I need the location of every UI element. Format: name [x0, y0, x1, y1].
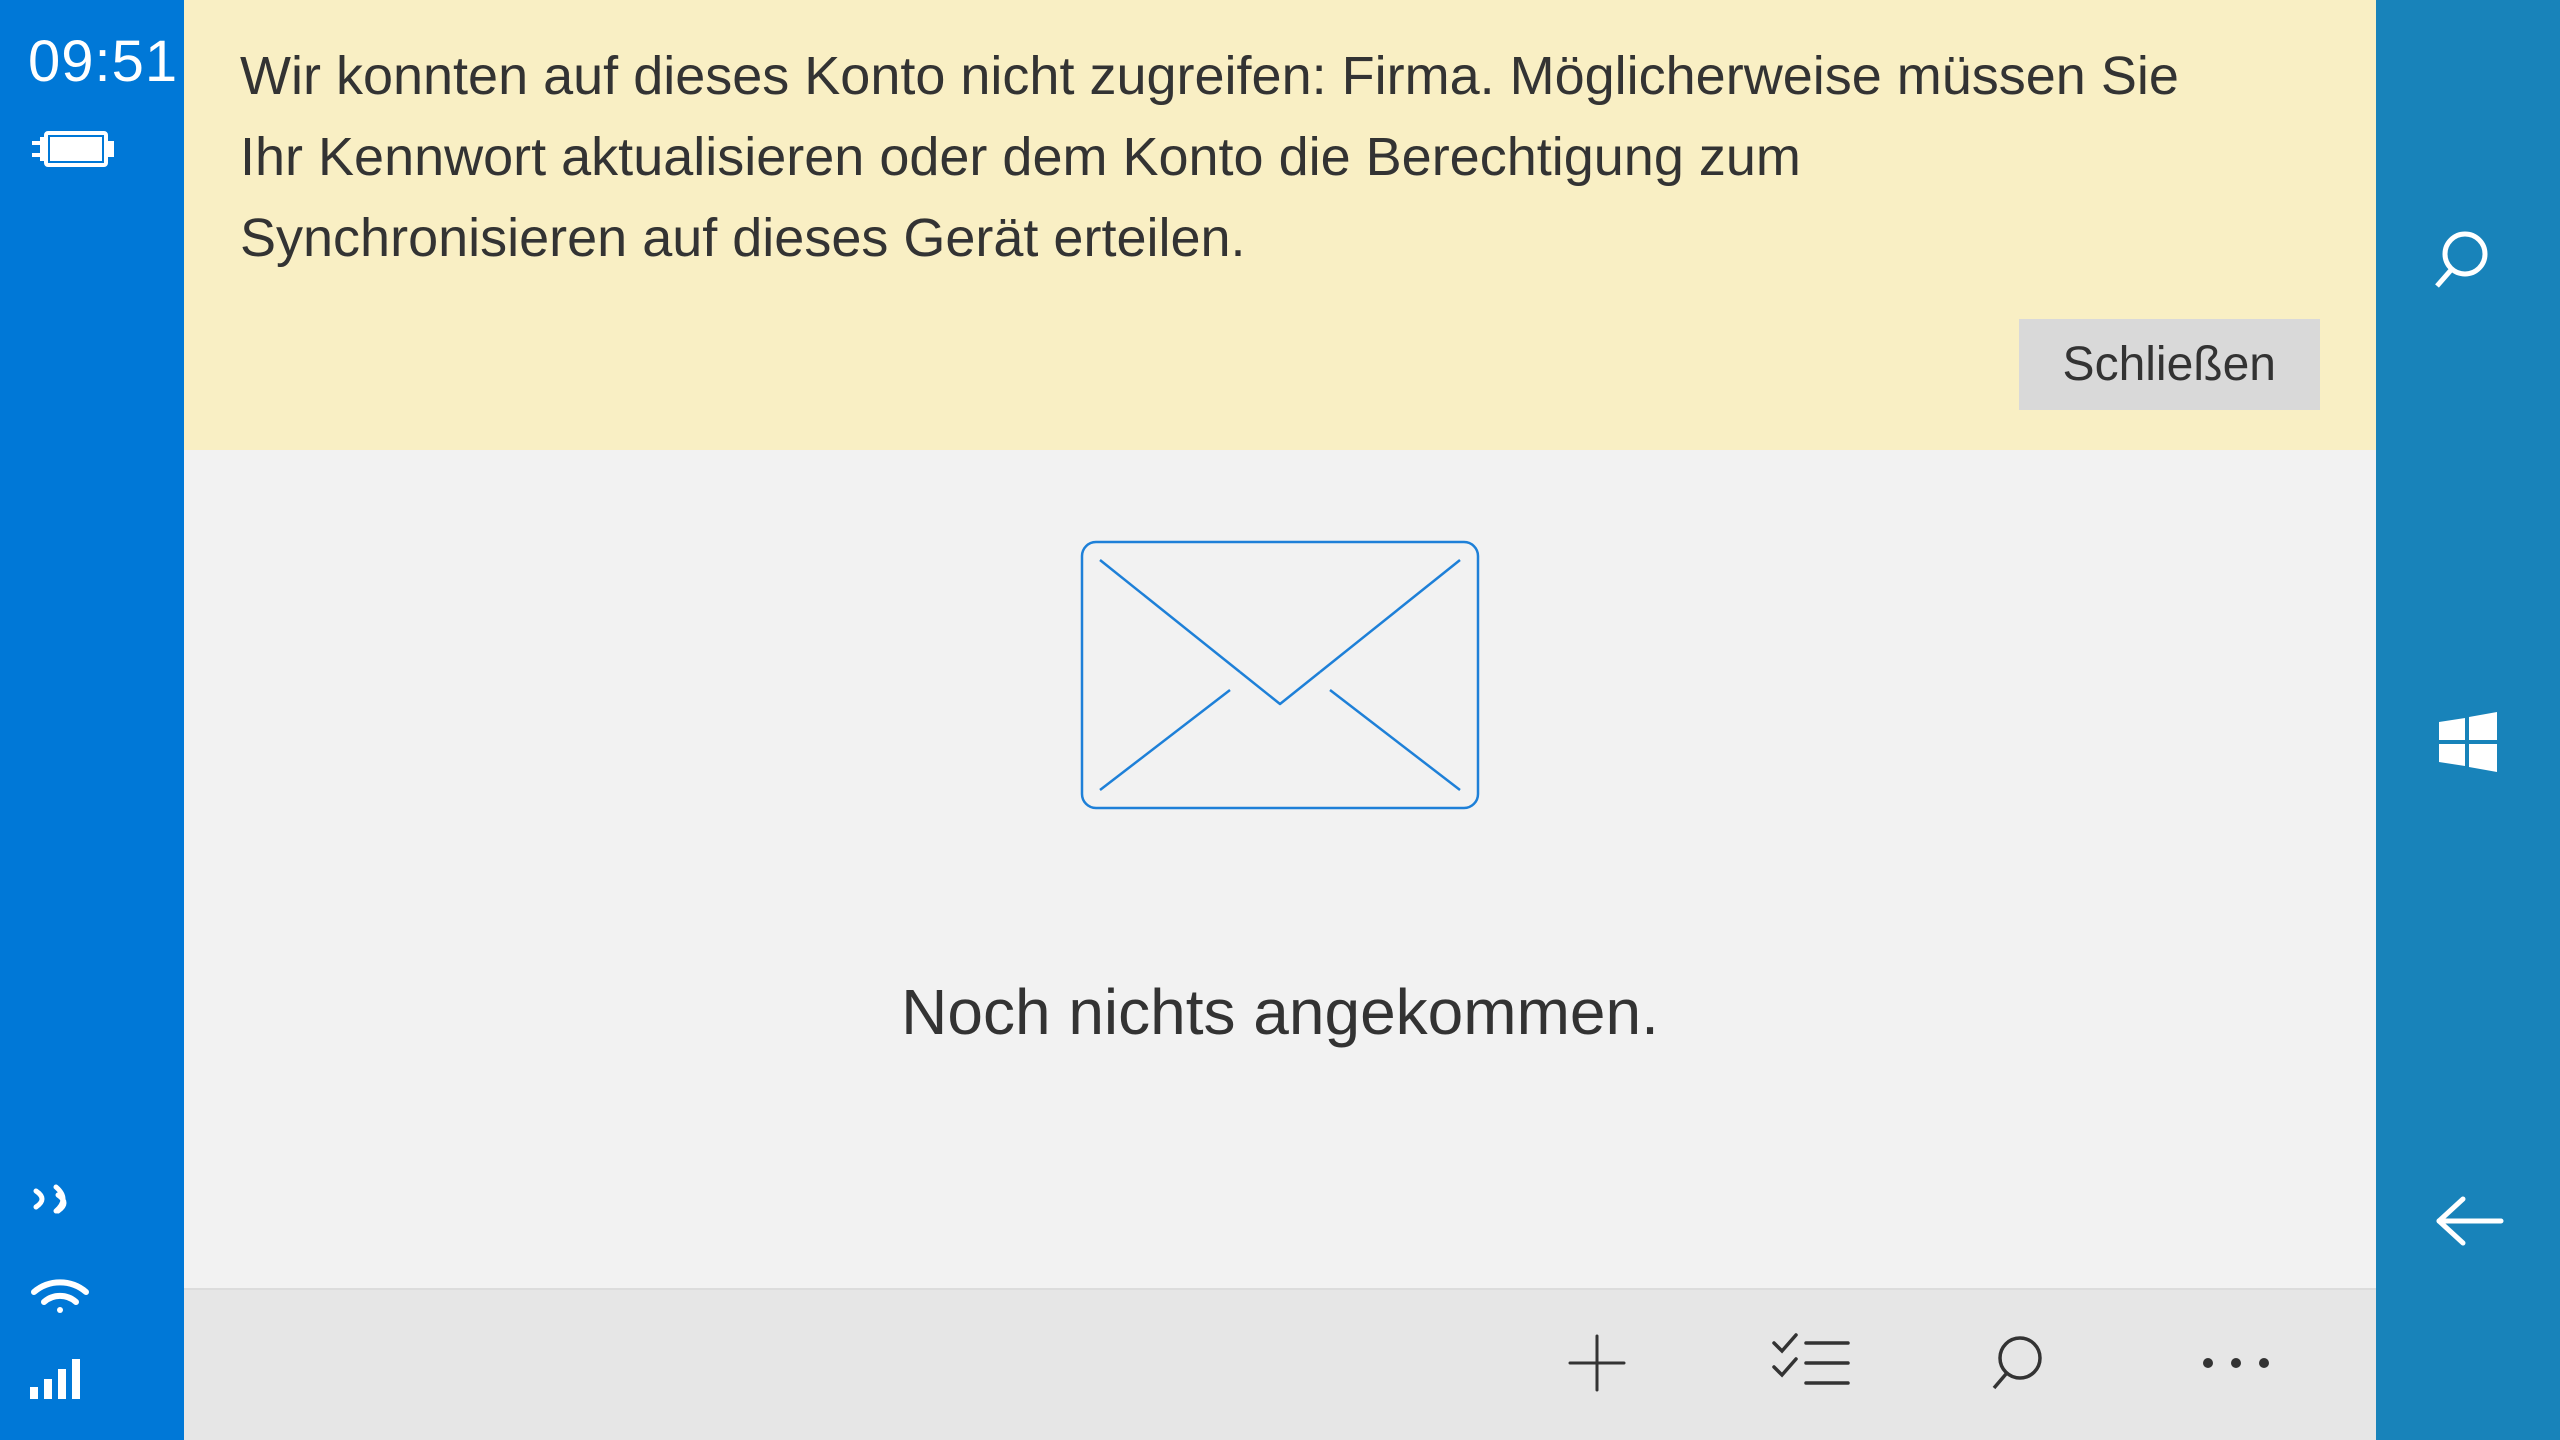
compose-button[interactable] [1562, 1328, 1632, 1403]
app-viewport: 09:51 [0, 0, 2560, 1440]
vibrate-icon [28, 1181, 86, 1230]
banner-message: Wir konnten auf dieses Konto nicht zugre… [240, 36, 2200, 279]
battery-charging-icon [28, 125, 164, 180]
search-icon [1990, 1330, 2056, 1401]
wifi-icon [28, 1262, 92, 1319]
nav-search-button[interactable] [2376, 200, 2560, 323]
windows-start-icon [2435, 710, 2501, 781]
nav-start-button[interactable] [2376, 686, 2560, 805]
banner-close-button[interactable]: Schließen [2019, 319, 2320, 410]
checklist-icon [1772, 1333, 1850, 1398]
envelope-icon [1080, 540, 1480, 815]
app-content: Wir konnten auf dieses Konto nicht zugre… [184, 0, 2376, 1440]
back-arrow-icon [2429, 1191, 2507, 1256]
inbox-empty-state: Noch nichts angekommen. [184, 450, 2376, 1290]
plus-icon [1562, 1328, 1632, 1403]
command-bar [184, 1290, 2376, 1440]
appbar-divider [184, 1288, 2376, 1290]
cellular-signal-icon [28, 1351, 92, 1406]
more-button[interactable] [2196, 1351, 2276, 1380]
empty-state-label: Noch nichts angekommen. [901, 975, 1659, 1049]
select-button[interactable] [1772, 1333, 1850, 1398]
system-nav-bar [2376, 0, 2560, 1440]
nav-back-button[interactable] [2376, 1167, 2560, 1280]
search-button[interactable] [1990, 1330, 2056, 1401]
account-error-banner: Wir konnten auf dieses Konto nicht zugre… [184, 0, 2376, 450]
search-icon [2433, 224, 2503, 299]
status-bar: 09:51 [0, 0, 184, 1440]
ellipsis-icon [2196, 1351, 2276, 1380]
status-clock: 09:51 [28, 28, 164, 95]
